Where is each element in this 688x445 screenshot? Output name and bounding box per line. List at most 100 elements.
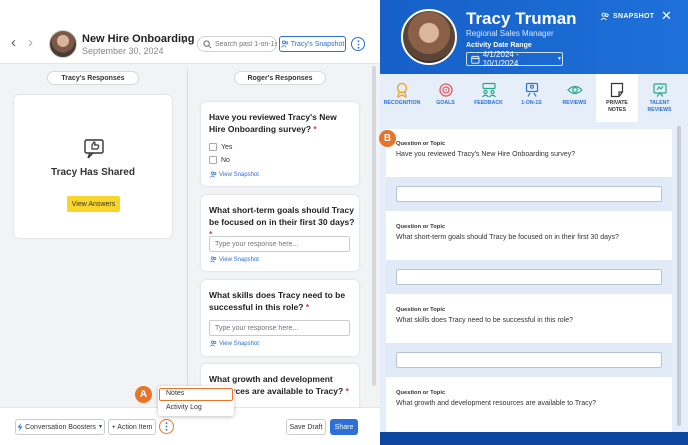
add-action-item-button[interactable]: + Action Item bbox=[108, 419, 156, 435]
question-card: What skills does Tracy need to be succes… bbox=[201, 280, 359, 356]
people-icon bbox=[210, 256, 217, 263]
calendar-icon bbox=[471, 55, 480, 64]
view-snapshot-link[interactable]: View Snapshot bbox=[210, 171, 259, 178]
note-label: Question or Topic bbox=[396, 141, 446, 147]
view-snapshot-link[interactable]: View Snapshot bbox=[210, 340, 259, 347]
note-label: Question or Topic bbox=[396, 390, 446, 396]
lightning-icon bbox=[17, 423, 23, 431]
forward-arrow-icon[interactable]: › bbox=[28, 35, 33, 50]
people-icon bbox=[210, 340, 217, 347]
scrollbar[interactable] bbox=[677, 126, 681, 426]
talent-icon bbox=[652, 83, 667, 97]
note-question: What growth and development resources ar… bbox=[396, 400, 596, 407]
note-question: What short-term goals should Tracy be fo… bbox=[396, 234, 619, 241]
avatar bbox=[49, 30, 77, 58]
note-entry-area bbox=[386, 260, 672, 294]
question-text: What skills does Tracy need to be succes… bbox=[209, 290, 346, 312]
snapshot-tabs: RECOGNITION GOALS FEEDBACK 1-ON-1S REVIE… bbox=[380, 74, 688, 122]
people-icon bbox=[210, 171, 217, 178]
tab-goals[interactable]: GOALS bbox=[424, 74, 467, 122]
meeting-date: September 30, 2024 bbox=[82, 46, 164, 56]
conversation-boosters-button[interactable]: Conversation Boosters ▼ bbox=[15, 419, 105, 435]
roger-responses-header: Roger's Responses bbox=[234, 71, 326, 85]
checkbox[interactable] bbox=[209, 156, 217, 164]
share-button[interactable]: Share bbox=[330, 419, 358, 435]
shared-card: Tracy Has Shared View Answers bbox=[14, 95, 172, 238]
tab-talent-reviews[interactable]: TALENT REVIEWS bbox=[638, 74, 681, 122]
more-options-icon[interactable] bbox=[351, 37, 365, 51]
target-icon bbox=[438, 83, 453, 97]
back-arrow-icon[interactable]: ‹ bbox=[11, 35, 16, 50]
option-no[interactable]: No bbox=[209, 156, 230, 164]
question-card: What short-term goals should Tracy be fo… bbox=[201, 195, 359, 271]
meeting-header: ‹ › New Hire Onboarding September 30, 20… bbox=[0, 0, 380, 64]
menu-item-notes[interactable]: Notes bbox=[159, 388, 233, 401]
note-label: Question or Topic bbox=[396, 307, 446, 313]
note-entry-area bbox=[386, 343, 672, 377]
profile-name: Tracy Truman bbox=[466, 9, 577, 28]
callout-a-badge: A bbox=[135, 386, 152, 403]
tracy-responses-header: Tracy's Responses bbox=[47, 71, 139, 85]
note-label: Question or Topic bbox=[396, 224, 446, 230]
note-icon bbox=[610, 82, 624, 98]
scrollbar[interactable] bbox=[372, 66, 376, 386]
note-input[interactable] bbox=[396, 352, 662, 368]
tab-reviews[interactable]: REVIEWS bbox=[553, 74, 596, 122]
snapshot-button-label: Tracy's Snapshot bbox=[290, 40, 345, 48]
profile-role: Regional Sales Manager bbox=[466, 29, 554, 38]
snapshot-button[interactable]: Tracy's Snapshot bbox=[279, 36, 346, 52]
note-block: Question or Topic Have you reviewed Trac… bbox=[386, 129, 672, 216]
checkbox[interactable] bbox=[209, 143, 217, 151]
response-input[interactable] bbox=[209, 320, 350, 336]
chevron-down-icon[interactable]: ▼ bbox=[180, 39, 187, 46]
share-thumb-icon bbox=[84, 139, 104, 159]
search-input[interactable] bbox=[215, 38, 277, 51]
private-notes-list: Question or Topic Have you reviewed Trac… bbox=[380, 122, 688, 438]
date-range-label: Activity Date Range bbox=[466, 42, 532, 49]
view-snapshot-link[interactable]: View Snapshot bbox=[210, 256, 259, 263]
note-input[interactable] bbox=[396, 186, 662, 202]
more-options-menu: Notes Activity Log bbox=[158, 386, 234, 416]
note-input[interactable] bbox=[396, 269, 662, 285]
shared-title: Tracy Has Shared bbox=[51, 167, 135, 178]
question-text: What short-term goals should Tracy be fo… bbox=[209, 205, 355, 239]
snapshot-panel: Tracy Truman Regional Sales Manager Acti… bbox=[380, 0, 688, 445]
chevron-down-icon: ▼ bbox=[97, 424, 103, 430]
one-on-one-icon bbox=[525, 82, 538, 97]
page-title[interactable]: New Hire Onboarding bbox=[82, 33, 194, 45]
snapshot-label[interactable]: SNAPSHOT bbox=[600, 12, 654, 21]
date-range-select[interactable]: 4/1/2024 - 10/1/2024 ▼ bbox=[466, 50, 563, 68]
view-answers-button[interactable]: View Answers bbox=[67, 196, 120, 212]
ribbon-icon bbox=[396, 82, 408, 98]
menu-item-activity-log[interactable]: Activity Log bbox=[166, 404, 202, 411]
save-draft-button[interactable]: Save Draft bbox=[286, 419, 326, 435]
callout-b-badge: B bbox=[379, 130, 396, 147]
profile-header: Tracy Truman Regional Sales Manager Acti… bbox=[380, 0, 688, 74]
note-question: What skills does Tracy need to be succes… bbox=[396, 317, 574, 324]
column-divider bbox=[187, 70, 188, 406]
question-text: Have you reviewed Tracy's New Hire Onboa… bbox=[209, 112, 337, 134]
tab-one-on-ones[interactable]: 1-ON-1S bbox=[510, 74, 553, 122]
one-on-one-panel: ‹ › New Hire Onboarding September 30, 20… bbox=[0, 0, 380, 445]
more-options-icon[interactable] bbox=[159, 419, 174, 434]
people-icon bbox=[280, 40, 288, 48]
eye-review-icon bbox=[566, 85, 583, 95]
note-question: Have you reviewed Tracy's New Hire Onboa… bbox=[396, 151, 576, 158]
tab-private-notes[interactable]: PRIVATE NOTES bbox=[596, 74, 638, 122]
avatar bbox=[401, 9, 457, 65]
tab-recognition[interactable]: RECOGNITION bbox=[380, 74, 424, 122]
people-icon bbox=[600, 12, 609, 21]
note-block: Question or Topic What skills does Tracy… bbox=[386, 295, 672, 382]
tab-feedback[interactable]: FEEDBACK bbox=[467, 74, 510, 122]
question-card: Have you reviewed Tracy's New Hire Onboa… bbox=[201, 102, 359, 186]
people-chat-icon bbox=[481, 82, 496, 98]
note-block: Question or Topic What growth and develo… bbox=[386, 378, 672, 438]
response-input[interactable] bbox=[209, 236, 350, 252]
search-icon bbox=[203, 40, 212, 49]
note-block: Question or Topic What short-term goals … bbox=[386, 212, 672, 299]
close-icon[interactable]: ✕ bbox=[661, 9, 672, 22]
note-entry-area bbox=[386, 177, 672, 211]
chevron-down-icon: ▼ bbox=[557, 56, 562, 62]
option-yes[interactable]: Yes bbox=[209, 143, 232, 151]
search-box[interactable] bbox=[197, 36, 277, 52]
